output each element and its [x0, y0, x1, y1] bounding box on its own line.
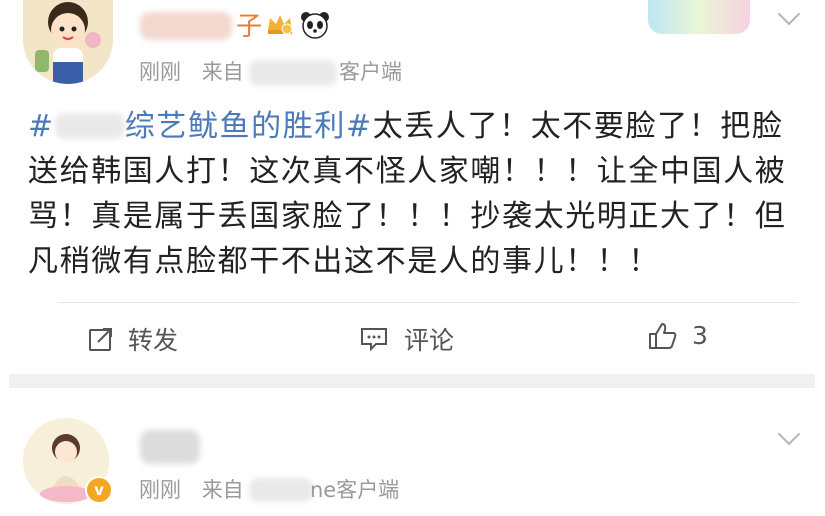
post-body: # 综艺鱿鱼的胜利#太丢人了！太不要脸了！把脸送给韩国人打！这次真不怪人家嘲！！！… [28, 104, 798, 284]
repost-button[interactable]: 转发 [88, 321, 178, 357]
post-meta: 刚刚 来自 [139, 474, 244, 504]
comment-label: 评论 [404, 326, 455, 355]
divider [58, 302, 798, 303]
post-source-prefix: 来自 [201, 60, 244, 84]
like-count: 3 [692, 321, 708, 350]
post-source-client[interactable]: 客户端 [339, 56, 402, 86]
topic-mark-open: # [28, 109, 55, 144]
username-redacted [140, 430, 200, 464]
comment-icon [361, 328, 387, 352]
repost-label: 转发 [128, 326, 179, 355]
repost-icon [89, 328, 112, 351]
verified-icon: v [85, 476, 113, 504]
avatar[interactable] [23, 0, 113, 84]
username-suffix[interactable]: 子 [236, 6, 262, 43]
post-source-prefix: 来自 [201, 478, 244, 502]
sticker-image [648, 0, 750, 34]
chevron-down-icon[interactable] [777, 2, 801, 26]
chevron-down-icon[interactable] [777, 422, 801, 446]
post-meta: 刚刚 来自 [139, 56, 244, 86]
username-redacted [140, 12, 232, 40]
post-time: 刚刚 [139, 478, 181, 502]
avatar-illustration [23, 0, 113, 84]
post-source-client[interactable]: ne客户端 [310, 474, 399, 504]
post-time: 刚刚 [139, 60, 181, 84]
source-redacted [249, 478, 313, 502]
topic-redacted [54, 113, 125, 139]
source-redacted [249, 60, 337, 86]
crown-icon [268, 15, 293, 35]
topic-hashtag[interactable]: # 综艺鱿鱼的胜利# [28, 109, 373, 144]
comment-button[interactable]: 评论 [360, 321, 454, 357]
feed-separator [9, 374, 815, 388]
topic-text: 综艺鱿鱼的胜利 [124, 109, 346, 144]
panda-icon [301, 12, 329, 39]
like-icon [649, 322, 677, 349]
like-button[interactable]: 3 [648, 321, 708, 350]
topic-mark-close: # [345, 109, 373, 144]
